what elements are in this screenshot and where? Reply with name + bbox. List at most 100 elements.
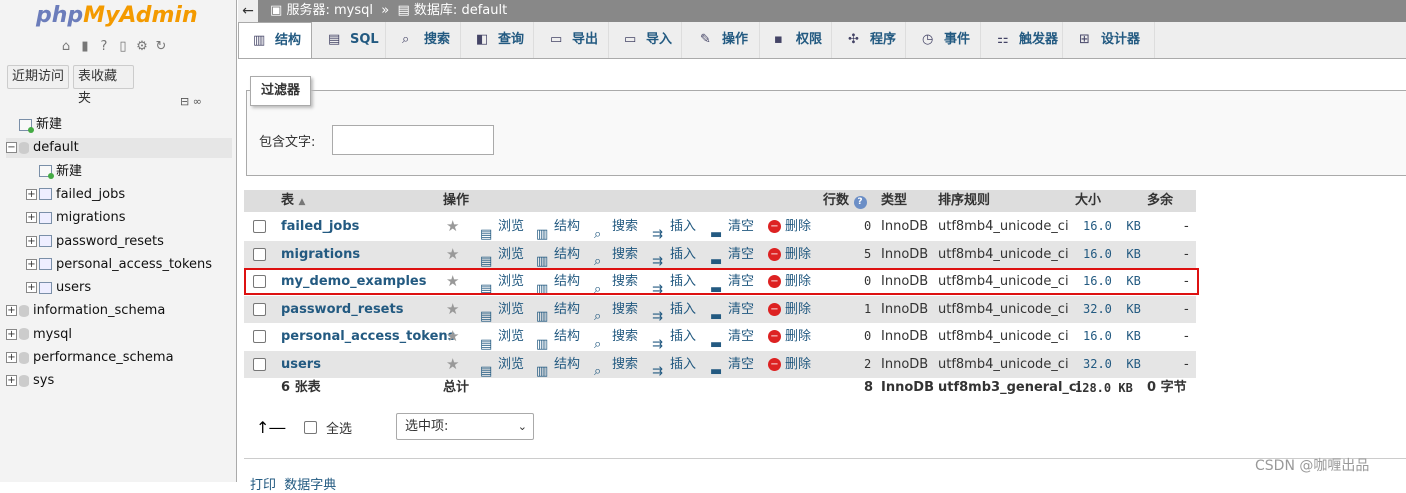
table-size[interactable]: 16.0 KB xyxy=(1083,323,1141,350)
recent-button[interactable]: 近期访问 xyxy=(7,65,69,89)
tree-item-performance_schema[interactable]: + performance_schema xyxy=(6,348,174,368)
action-drop[interactable]: − 删除 xyxy=(768,296,811,323)
tree-item-label[interactable]: performance_schema xyxy=(33,350,174,365)
table-name-link[interactable]: migrations xyxy=(281,241,360,268)
action-browse[interactable]: ▤ 浏览 xyxy=(480,241,524,270)
action-structure[interactable]: ▥ 结构 xyxy=(536,296,580,325)
table-name-link[interactable]: password_resets xyxy=(281,296,403,323)
action-structure[interactable]: ▥ 结构 xyxy=(536,268,580,297)
tree-item-label[interactable]: users xyxy=(56,280,91,295)
tree-item-failed_jobs[interactable]: + failed_jobs xyxy=(26,185,125,205)
collapse-all-icon[interactable]: ⊟ xyxy=(180,95,189,108)
favorite-star-icon[interactable]: ★ xyxy=(446,241,459,268)
col-header-overhead[interactable]: 多余 xyxy=(1147,190,1173,212)
row-checkbox[interactable] xyxy=(253,247,266,261)
action-drop[interactable]: − 删除 xyxy=(768,323,811,350)
expand-icon[interactable]: + xyxy=(6,305,17,317)
reload-icon[interactable]: ↻ xyxy=(153,39,169,55)
favorite-star-icon[interactable]: ★ xyxy=(446,296,459,323)
tab-8[interactable]: ✣ 程序 xyxy=(834,22,906,58)
action-search[interactable]: ⌕ 搜索 xyxy=(594,296,638,325)
row-checkbox[interactable] xyxy=(253,302,266,316)
check-all-checkbox[interactable] xyxy=(304,421,317,434)
tab-7[interactable]: ▪ 权限 xyxy=(760,22,832,58)
home-icon[interactable]: ⌂ xyxy=(58,39,74,55)
help-icon[interactable]: ? xyxy=(96,39,112,55)
tab-11[interactable]: ⊞ 设计器 xyxy=(1065,22,1155,58)
tree-item-label[interactable]: sys xyxy=(33,373,54,388)
row-checkbox[interactable] xyxy=(253,330,266,343)
action-empty[interactable]: ▬ 清空 xyxy=(710,268,754,297)
row-checkbox[interactable] xyxy=(253,220,266,233)
tree-item-mysql[interactable]: + mysql xyxy=(6,325,72,345)
favorite-star-icon[interactable]: ★ xyxy=(446,268,459,295)
action-search[interactable]: ⌕ 搜索 xyxy=(594,323,638,352)
tree-item-label[interactable]: failed_jobs xyxy=(56,187,125,202)
tab-0[interactable]: ▥ 结构 xyxy=(238,22,312,58)
tree-item-default[interactable]: − default xyxy=(6,138,232,159)
action-empty[interactable]: ▬ 清空 xyxy=(710,296,754,325)
tab-2[interactable]: ⌕ 搜索 xyxy=(388,22,461,58)
favorite-star-icon[interactable]: ★ xyxy=(446,351,459,378)
favorite-star-icon[interactable]: ★ xyxy=(446,323,459,350)
tab-5[interactable]: ▭ 导入 xyxy=(610,22,682,58)
server-crumb[interactable]: 服务器: mysql xyxy=(286,3,373,18)
expand-icon[interactable]: + xyxy=(26,212,37,224)
tree-item-[interactable]: 新建 xyxy=(6,115,62,135)
action-empty[interactable]: ▬ 清空 xyxy=(710,323,754,352)
filter-input[interactable] xyxy=(332,125,494,155)
collapse-link-icons[interactable]: ⊟ ∞ xyxy=(180,95,202,108)
tree-item-information_schema[interactable]: + information_schema xyxy=(6,301,165,321)
back-arrow-icon[interactable]: ← xyxy=(238,0,258,22)
action-insert[interactable]: ⇉ 插入 xyxy=(652,241,696,270)
action-search[interactable]: ⌕ 搜索 xyxy=(594,241,638,270)
action-structure[interactable]: ▥ 结构 xyxy=(536,213,580,242)
favorites-button[interactable]: 表收藏夹 xyxy=(73,65,134,106)
action-search[interactable]: ⌕ 搜索 xyxy=(594,351,638,380)
action-empty[interactable]: ▬ 清空 xyxy=(710,213,754,242)
action-insert[interactable]: ⇉ 插入 xyxy=(652,296,696,325)
database-crumb[interactable]: 数据库: default xyxy=(414,3,507,18)
action-drop[interactable]: − 删除 xyxy=(768,213,811,240)
expand-icon[interactable]: + xyxy=(6,375,17,387)
expand-icon[interactable]: − xyxy=(6,142,17,154)
action-browse[interactable]: ▤ 浏览 xyxy=(480,323,524,352)
tree-item-label[interactable]: 新建 xyxy=(56,164,82,179)
tree-item-password_resets[interactable]: + password_resets xyxy=(26,232,164,252)
tab-9[interactable]: ◷ 事件 xyxy=(908,22,981,58)
docs-icon[interactable]: ▯ xyxy=(115,39,131,55)
check-all-label[interactable]: 全选 xyxy=(326,418,352,437)
action-structure[interactable]: ▥ 结构 xyxy=(536,323,580,352)
action-search[interactable]: ⌕ 搜索 xyxy=(594,268,638,297)
action-browse[interactable]: ▤ 浏览 xyxy=(480,296,524,325)
action-browse[interactable]: ▤ 浏览 xyxy=(480,268,524,297)
favorite-star-icon[interactable]: ★ xyxy=(446,213,459,240)
action-structure[interactable]: ▥ 结构 xyxy=(536,241,580,270)
expand-icon[interactable]: + xyxy=(26,258,37,270)
action-browse[interactable]: ▤ 浏览 xyxy=(480,213,524,242)
row-checkbox[interactable] xyxy=(253,275,266,288)
col-header-table[interactable]: 表 ▲ xyxy=(281,190,305,212)
settings-gear-icon[interactable]: ⚙ xyxy=(134,39,150,55)
tree-item-label[interactable]: 新建 xyxy=(36,117,62,132)
phpmyadmin-logo[interactable]: phpMyAdmin xyxy=(36,3,198,28)
table-size[interactable]: 32.0 KB xyxy=(1083,351,1141,378)
expand-icon[interactable]: + xyxy=(26,282,37,294)
expand-icon[interactable]: + xyxy=(26,188,37,200)
tree-item-label[interactable]: password_resets xyxy=(56,234,164,249)
col-header-rows[interactable]: 行数 ? xyxy=(823,190,867,212)
tree-item-sys[interactable]: + sys xyxy=(6,371,54,391)
table-name-link[interactable]: my_demo_examples xyxy=(281,268,426,295)
col-header-collation[interactable]: 排序规则 xyxy=(938,190,990,212)
table-name-link[interactable]: personal_access_tokens xyxy=(281,323,455,350)
action-drop[interactable]: − 删除 xyxy=(768,241,811,268)
link-icon[interactable]: ∞ xyxy=(193,95,202,108)
table-size[interactable]: 16.0 KB xyxy=(1083,268,1141,295)
action-insert[interactable]: ⇉ 插入 xyxy=(652,268,696,297)
col-header-size[interactable]: 大小 xyxy=(1075,190,1101,212)
table-size[interactable]: 16.0 KB xyxy=(1083,213,1141,240)
tree-item-label[interactable]: migrations xyxy=(56,210,126,225)
table-name-link[interactable]: users xyxy=(281,351,321,378)
table-name-link[interactable]: failed_jobs xyxy=(281,213,359,240)
tree-item-[interactable]: 新建 xyxy=(26,162,82,182)
